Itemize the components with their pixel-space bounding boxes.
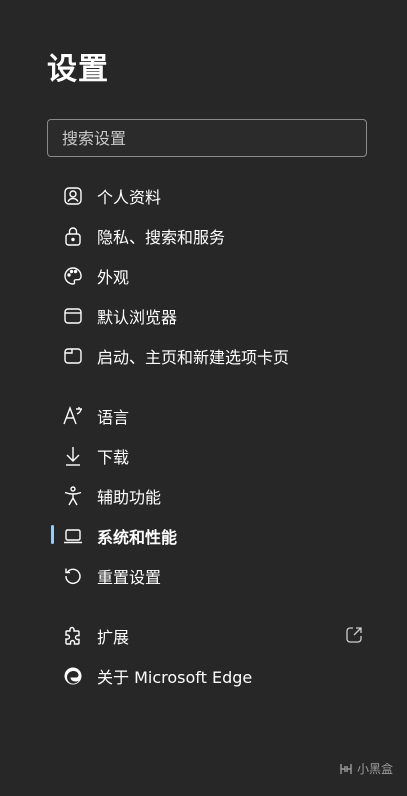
nav-item-about[interactable]: 关于 Microsoft Edge	[60, 658, 365, 694]
watermark-label: 小黑盒	[356, 762, 393, 776]
download-icon	[60, 443, 86, 469]
nav-item-label: 系统和性能	[97, 528, 178, 547]
palette-icon	[60, 263, 86, 289]
nav-item-label: 扩展	[97, 628, 130, 647]
active-indicator	[51, 525, 54, 544]
nav-item-downloads[interactable]: 下载	[60, 438, 365, 474]
search-box[interactable]	[47, 119, 367, 157]
nav-item-label: 外观	[97, 268, 130, 287]
nav-item-label: 关于 Microsoft Edge	[97, 668, 253, 687]
nav-item-default-browser[interactable]: 默认浏览器	[60, 298, 365, 334]
nav-item-label: 重置设置	[97, 568, 162, 587]
nav-item-extensions[interactable]: 扩展	[60, 618, 365, 654]
nav-item-label: 语言	[97, 408, 130, 427]
lock-icon	[60, 223, 86, 249]
browser-window-icon	[60, 303, 86, 329]
nav-item-label: 隐私、搜索和服务	[97, 228, 226, 247]
reset-icon	[60, 563, 86, 589]
start-page-icon	[60, 343, 86, 369]
nav-item-accessibility[interactable]: 辅助功能	[60, 478, 365, 514]
nav-item-label: 下载	[97, 448, 130, 467]
search-input[interactable]	[48, 120, 366, 156]
edge-logo-icon	[60, 663, 86, 689]
nav-item-language[interactable]: 语言	[60, 398, 365, 434]
language-icon	[60, 403, 86, 429]
heybox-logo-icon	[340, 763, 352, 774]
nav-item-reset[interactable]: 重置设置	[60, 558, 365, 594]
watermark: 小黑盒	[339, 760, 393, 777]
page-title: 设置	[47, 52, 109, 87]
external-link-icon[interactable]	[345, 626, 365, 646]
nav-item-privacy[interactable]: 隐私、搜索和服务	[60, 218, 365, 254]
nav-item-label: 默认浏览器	[97, 308, 178, 327]
nav-item-label: 启动、主页和新建选项卡页	[97, 348, 290, 367]
accessibility-icon	[60, 483, 86, 509]
nav-item-start-page[interactable]: 启动、主页和新建选项卡页	[60, 338, 365, 374]
laptop-icon	[60, 523, 86, 549]
nav-item-profile[interactable]: 个人资料	[60, 178, 365, 214]
profile-icon	[60, 183, 86, 209]
nav-item-system[interactable]: 系统和性能	[60, 518, 365, 554]
nav-item-label: 个人资料	[97, 188, 162, 207]
puzzle-icon	[60, 623, 86, 649]
nav-item-appearance[interactable]: 外观	[60, 258, 365, 294]
nav-item-label: 辅助功能	[97, 488, 162, 507]
